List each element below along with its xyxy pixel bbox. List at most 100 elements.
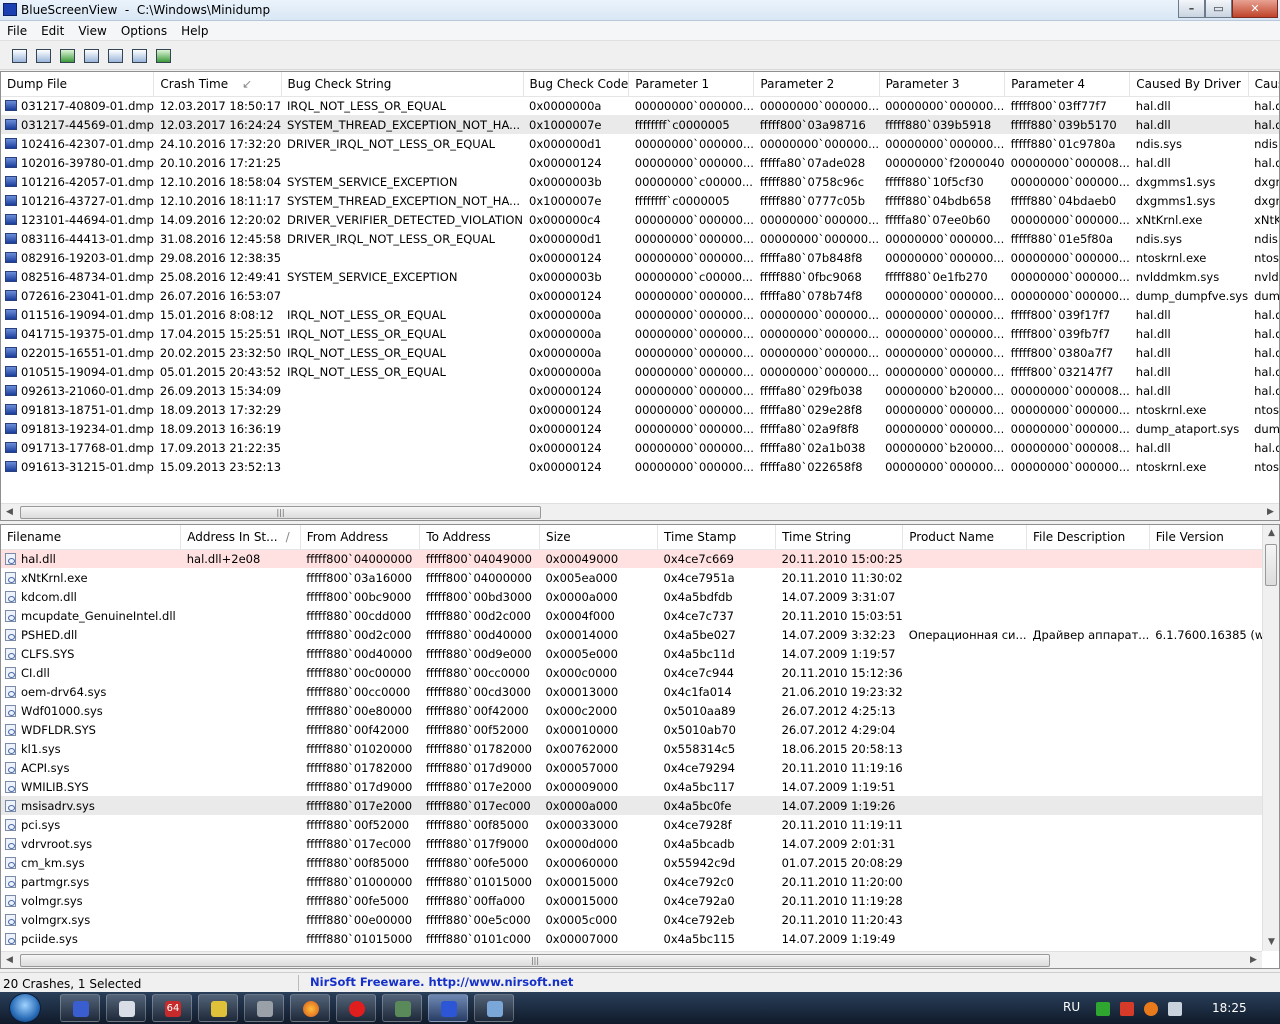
column-header[interactable]: Parameter 4 (1004, 72, 1131, 97)
vscroll-thumb[interactable] (1265, 544, 1277, 586)
tray-power-icon[interactable] (1144, 1002, 1158, 1016)
column-header[interactable]: Time Stamp (657, 525, 777, 550)
taskbar-app-bluescreenview[interactable] (60, 994, 100, 1022)
title-bar[interactable]: BlueScreenView - C:\Windows\Minidump – ▭… (0, 0, 1280, 21)
exit-icon[interactable] (152, 45, 174, 67)
column-header[interactable]: Product Name (902, 525, 1028, 550)
menu-edit[interactable]: Edit (34, 21, 71, 41)
table-row[interactable]: vdrvroot.sys fffff880`017ec000 fffff880`01… (1, 834, 1279, 853)
scroll-right-button[interactable]: ▶ (1262, 504, 1279, 520)
taskbar-app-opera[interactable] (336, 994, 376, 1022)
column-header[interactable]: Cause (1248, 72, 1279, 97)
column-header[interactable]: Time String (775, 525, 904, 550)
column-header[interactable]: To Address (419, 525, 540, 550)
taskbar-app-2[interactable] (106, 994, 146, 1022)
table-row[interactable]: 091713-17768-01.dmp 17.09.2013 21:22:35 0x… (1, 438, 1279, 457)
table-row[interactable]: msisadrv.sys fffff880`017e2000 fffff880`01… (1, 796, 1279, 815)
menu-help[interactable]: Help (174, 21, 215, 41)
properties-icon[interactable] (8, 45, 30, 67)
table-row[interactable]: WMILIB.SYS fffff880`017d9000 fffff880`017e… (1, 777, 1279, 796)
table-row[interactable]: xNtKrnl.exe fffff800`03a16000 fffff800`040… (1, 568, 1279, 587)
table-row[interactable]: 072616-23041-01.dmp 26.07.2016 16:53:07 0x… (1, 286, 1279, 305)
table-row[interactable]: 123101-44694-01.dmp 14.09.2016 12:20:02 DR… (1, 210, 1279, 229)
table-row[interactable]: 041715-19375-01.dmp 17.04.2015 15:25:51 IR… (1, 324, 1279, 343)
table-row[interactable]: partmgr.sys fffff880`01000000 fffff880`010… (1, 872, 1279, 891)
minimize-button[interactable]: – (1178, 0, 1205, 18)
table-row[interactable]: pciide.sys fffff880`01015000 fffff880`0101… (1, 929, 1279, 948)
column-header[interactable]: Filename (1, 525, 182, 550)
column-header[interactable]: Parameter 2 (753, 72, 880, 97)
taskbar-app-aida64[interactable]: 64 (152, 994, 192, 1022)
column-header[interactable]: Bug Check Code (523, 72, 630, 97)
table-row[interactable]: cm_km.sys fffff880`00f85000 fffff880`00fe5… (1, 853, 1279, 872)
taskbar-app-firefox[interactable] (290, 994, 330, 1022)
table-row[interactable]: 082916-19203-01.dmp 29.08.2016 12:38:35 0x… (1, 248, 1279, 267)
table-row[interactable]: 091813-19234-01.dmp 18.09.2013 16:36:19 0x… (1, 419, 1279, 438)
menu-file[interactable]: File (0, 21, 34, 41)
column-header[interactable]: File Version (1149, 525, 1279, 550)
table-row[interactable]: 091813-18751-01.dmp 18.09.2013 17:32:29 0x… (1, 400, 1279, 419)
table-row[interactable]: ACPI.sys fffff880`01782000 fffff880`017d90… (1, 758, 1279, 777)
table-row[interactable]: PSHED.dll fffff880`00d2c000 fffff880`00d40… (1, 625, 1279, 644)
save-icon[interactable] (32, 45, 54, 67)
table-row[interactable]: WDFLDR.SYS fffff880`00f42000 fffff880`00f5… (1, 720, 1279, 739)
table-row[interactable]: kdcom.dll fffff800`00bc9000 fffff800`00bd3… (1, 587, 1279, 606)
close-button[interactable]: ✕ (1232, 0, 1278, 18)
column-header[interactable]: Parameter 3 (879, 72, 1006, 97)
module-list-vscrollbar[interactable]: ▲ ▼ (1262, 525, 1279, 951)
scroll-left-button[interactable]: ◀ (1, 952, 18, 968)
column-header[interactable]: Bug Check String (281, 72, 524, 97)
clock[interactable]: 18:25 (1212, 1001, 1247, 1015)
scroll-down-button[interactable]: ▼ (1263, 934, 1279, 951)
table-row[interactable]: 010515-19094-01.dmp 05.01.2015 20:43:52 IR… (1, 362, 1279, 381)
taskbar-app-8[interactable] (382, 994, 422, 1022)
refresh-icon[interactable] (56, 45, 78, 67)
crash-list-hscrollbar[interactable]: ◀ ||| ▶ (1, 503, 1279, 520)
table-row[interactable]: 101216-42057-01.dmp 12.10.2016 18:58:04 SY… (1, 172, 1279, 191)
taskbar-app-4[interactable] (198, 994, 238, 1022)
scroll-thumb[interactable]: ||| (20, 506, 541, 519)
tray-volume-icon[interactable] (1168, 1002, 1182, 1016)
table-row[interactable]: 031217-40809-01.dmp 12.03.2017 18:50:17 IR… (1, 96, 1279, 115)
find-icon[interactable] (128, 45, 150, 67)
table-row[interactable]: hal.dll hal.dll+2e08 fffff800`04000000 ffff… (1, 549, 1279, 568)
column-header[interactable]: Address In St... / (180, 525, 301, 550)
table-row[interactable]: 091613-31215-01.dmp 15.09.2013 23:52:13 0x… (1, 457, 1279, 476)
table-row[interactable]: CI.dll fffff880`00c00000 fffff880`00cc0000… (1, 663, 1279, 682)
column-header[interactable]: File Description (1026, 525, 1150, 550)
tray-antivirus-icon[interactable] (1120, 1002, 1134, 1016)
start-button[interactable] (6, 992, 46, 1024)
module-list-hscrollbar[interactable]: ◀ ||| ▶ (1, 951, 1262, 968)
maximize-button[interactable]: ▭ (1205, 0, 1232, 18)
table-row[interactable]: volmgrx.sys fffff880`00e00000 fffff880`00e… (1, 910, 1279, 929)
copy-icon[interactable] (80, 45, 102, 67)
table-row[interactable]: 102016-39780-01.dmp 20.10.2016 17:21:25 0x… (1, 153, 1279, 172)
advanced-options-icon[interactable] (104, 45, 126, 67)
table-row[interactable]: volmgr.sys fffff880`00fe5000 fffff880`00ff… (1, 891, 1279, 910)
table-row[interactable]: 102416-42307-01.dmp 24.10.2016 17:32:20 DR… (1, 134, 1279, 153)
table-row[interactable]: pci.sys fffff880`00f52000 fffff880`00f8500… (1, 815, 1279, 834)
table-row[interactable]: 082516-48734-01.dmp 25.08.2016 12:49:41 SY… (1, 267, 1279, 286)
table-row[interactable]: kl1.sys fffff880`01020000 fffff880`0178200… (1, 739, 1279, 758)
scroll-up-button[interactable]: ▲ (1263, 525, 1279, 542)
scroll-left-button[interactable]: ◀ (1, 504, 18, 520)
column-header[interactable]: Dump File (1, 72, 155, 97)
taskbar-app-5[interactable] (244, 994, 284, 1022)
tray-network-icon[interactable] (1096, 1002, 1110, 1016)
taskbar-app-bluescreenview-active[interactable] (428, 994, 468, 1022)
table-row[interactable]: 083116-44413-01.dmp 31.08.2016 12:45:58 DR… (1, 229, 1279, 248)
table-row[interactable]: 031217-44569-01.dmp 12.03.2017 16:24:24 SY… (1, 115, 1279, 134)
table-row[interactable]: CLFS.SYS fffff880`00d40000 fffff880`00d9e0… (1, 644, 1279, 663)
table-row[interactable]: mcupdate_GenuineIntel.dll fffff880`00cdd0… (1, 606, 1279, 625)
scroll-right-button[interactable]: ▶ (1245, 952, 1262, 968)
table-row[interactable]: 092613-21060-01.dmp 26.09.2013 15:34:09 0x… (1, 381, 1279, 400)
column-header[interactable]: Caused By Driver (1129, 72, 1249, 97)
column-header[interactable]: Parameter 1 (628, 72, 755, 97)
nirsoft-link[interactable]: NirSoft Freeware. http://www.nirsoft.net (310, 975, 573, 989)
column-header[interactable]: Crash Time ↙ (153, 72, 282, 97)
table-row[interactable]: oem-drv64.sys fffff880`00cc0000 fffff880`0… (1, 682, 1279, 701)
table-row[interactable]: 011516-19094-01.dmp 15.01.2016 8:08:12 IRQ… (1, 305, 1279, 324)
menu-options[interactable]: Options (114, 21, 174, 41)
language-indicator[interactable]: RU (1063, 1000, 1080, 1014)
table-row[interactable]: 101216-43727-01.dmp 12.10.2016 18:11:17 SY… (1, 191, 1279, 210)
